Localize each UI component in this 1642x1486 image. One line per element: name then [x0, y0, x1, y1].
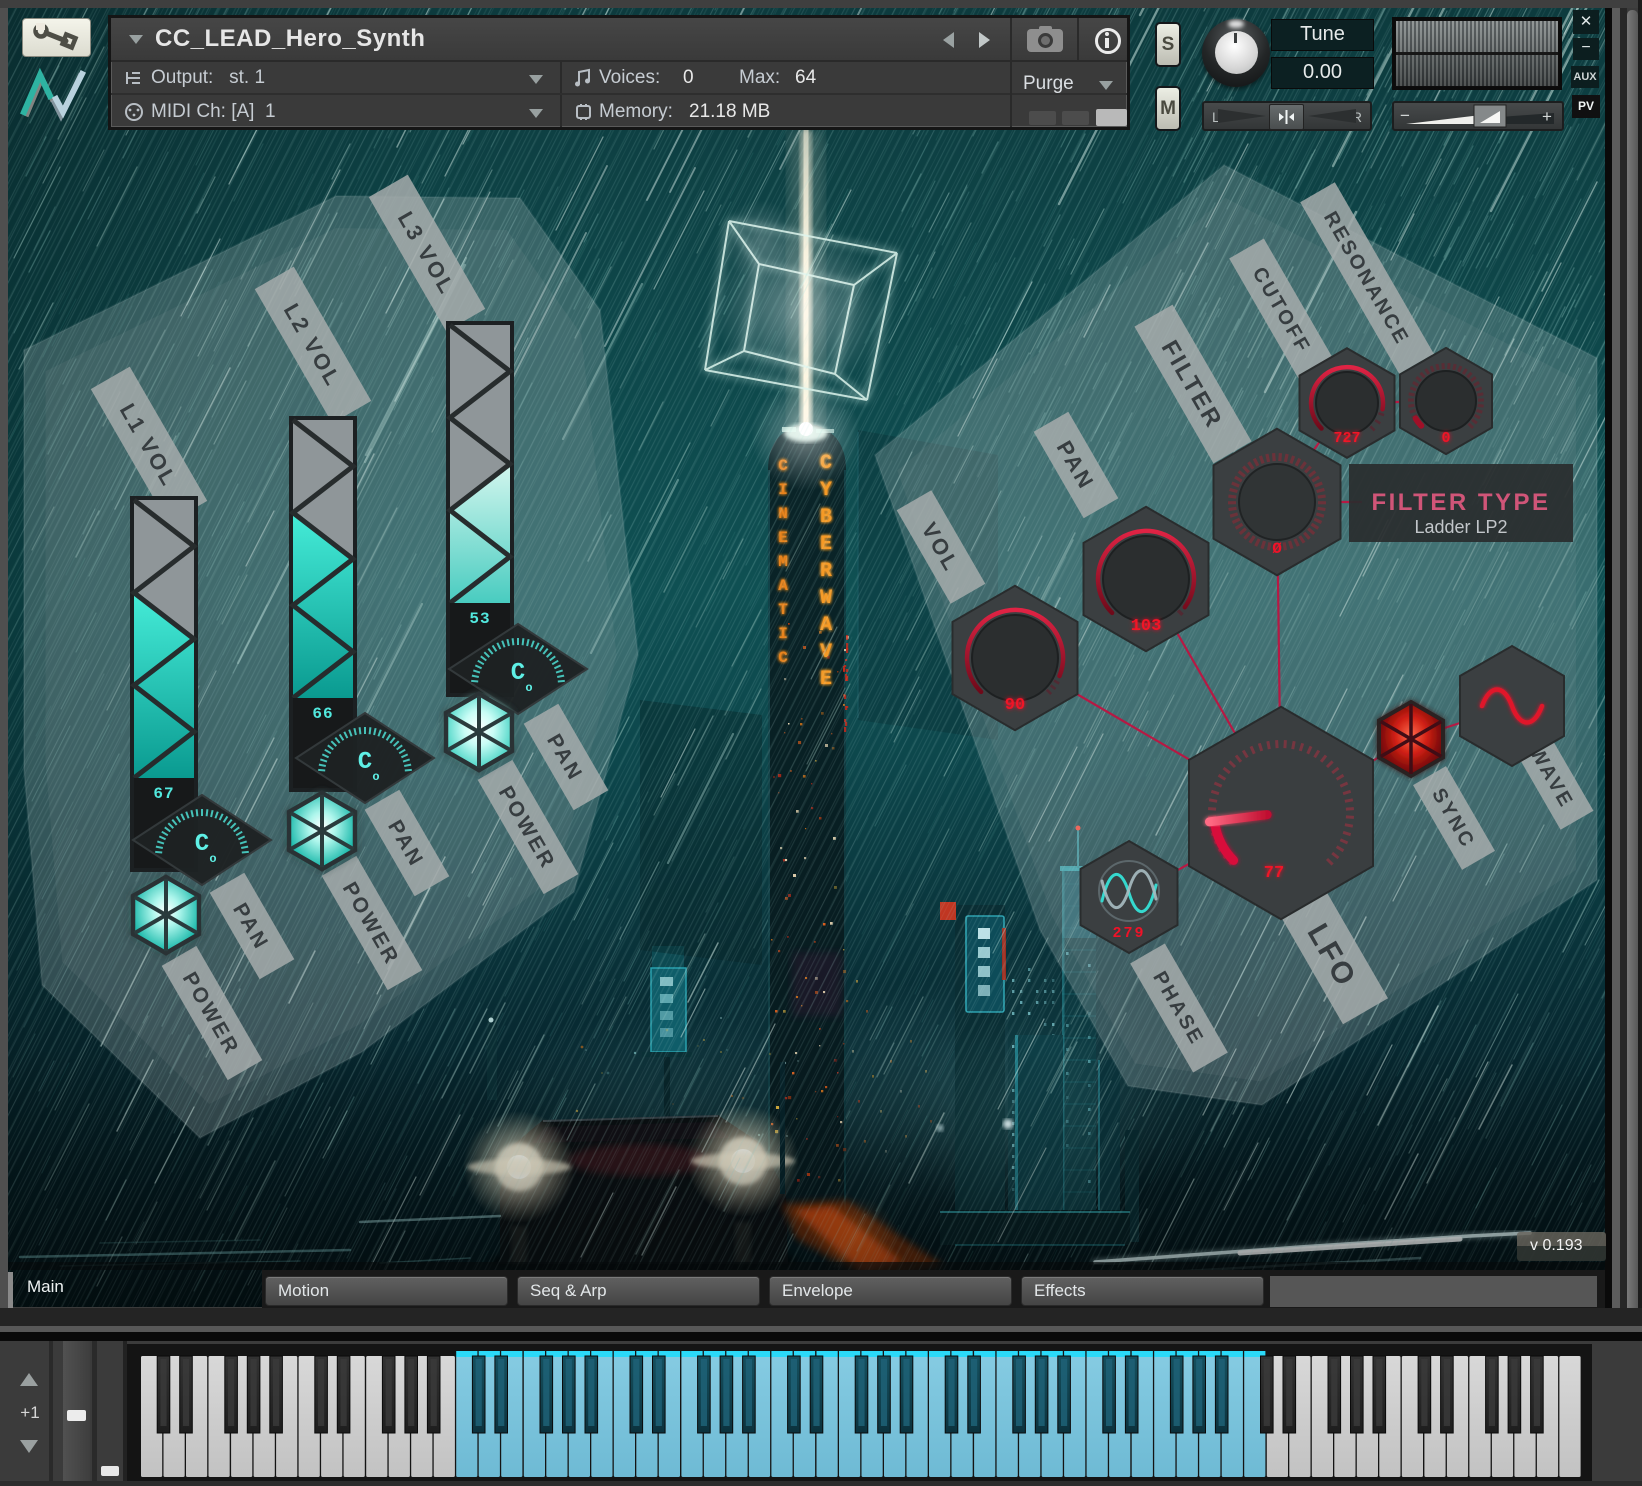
svg-text:+: + [1542, 107, 1552, 126]
svg-text:Ø: Ø [1272, 540, 1282, 558]
svg-text:0: 0 [1441, 430, 1450, 447]
svg-text:53: 53 [469, 610, 490, 628]
svg-text:−: − [1400, 106, 1410, 125]
svg-text:C: C [511, 660, 525, 687]
svg-text:FILTER TYPE: FILTER TYPE [1371, 489, 1550, 516]
svg-text:C: C [195, 831, 209, 858]
svg-text:o: o [372, 770, 379, 784]
svg-text:66: 66 [312, 705, 333, 723]
svg-text:o: o [525, 681, 532, 695]
svg-text:279: 279 [1112, 925, 1145, 942]
svg-text:90: 90 [1005, 696, 1025, 715]
svg-text:77: 77 [1264, 864, 1284, 883]
svg-text:727: 727 [1333, 430, 1360, 447]
svg-text:Ladder LP2: Ladder LP2 [1414, 517, 1507, 537]
svg-text:67: 67 [153, 785, 174, 803]
svg-text:103: 103 [1131, 617, 1162, 636]
svg-text:C: C [358, 749, 372, 776]
svg-text:o: o [209, 852, 216, 866]
